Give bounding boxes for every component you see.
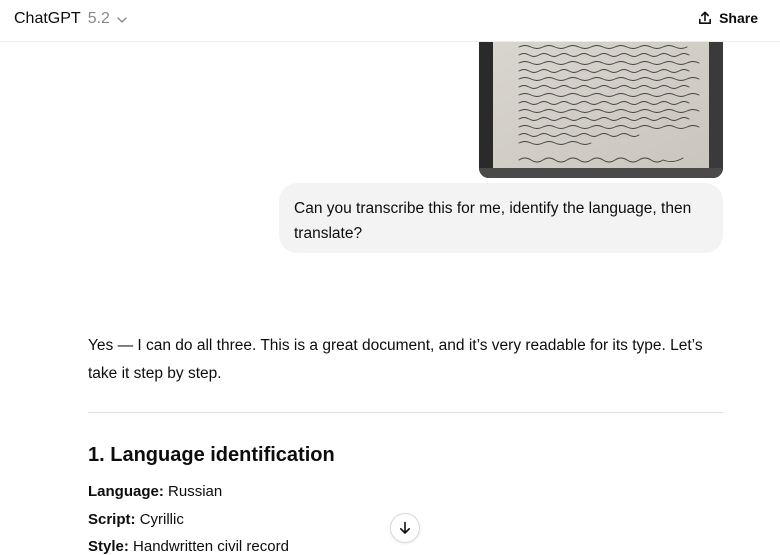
fact-value: Russian [168,483,223,500]
fact-label: Language: [88,483,164,500]
model-version: 5.2 [87,10,110,27]
fact-language: Language: Russian [88,483,222,500]
fact-value: Cyrillic [139,511,184,528]
scroll-to-bottom-button[interactable] [390,513,420,543]
fact-value: Handwritten civil record [133,538,289,555]
arrow-down-icon [400,521,410,534]
fact-label: Style: [88,538,129,555]
assistant-intro-text: Yes — I can do all three. This is a grea… [88,337,703,382]
model-selector-button[interactable]: ChatGPT 5.2 [14,7,128,31]
fact-style: Style: Handwritten civil record [88,538,289,555]
uploaded-document-image[interactable] [479,42,723,178]
section-heading: 1. Language identification [88,444,335,466]
divider [88,412,723,413]
share-label: Share [719,10,758,26]
share-button[interactable]: Share [697,6,758,30]
model-name: ChatGPT [14,10,81,27]
chevron-down-icon [117,17,127,23]
handwritten-document-picture [479,42,723,178]
fact-label: Script: [88,511,136,528]
user-message-bubble: Can you transcribe this for me, identify… [279,183,723,253]
top-bar: ChatGPT 5.2 Share [0,0,780,42]
share-upload-icon [699,11,712,24]
fact-script: Script: Cyrillic [88,511,184,528]
